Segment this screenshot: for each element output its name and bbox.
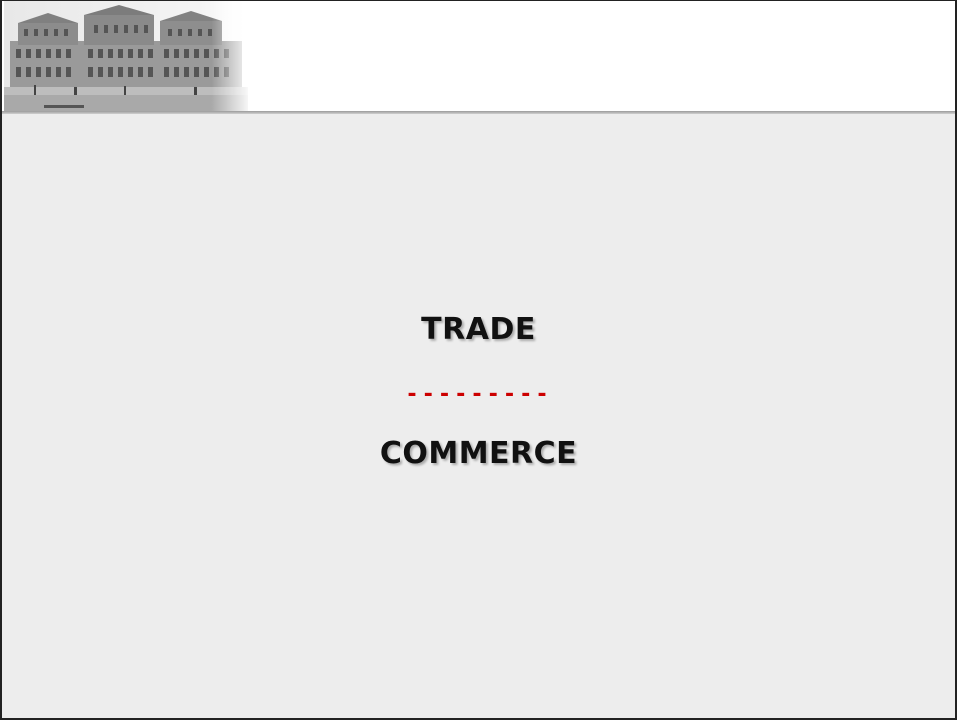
slide-header [2,1,955,113]
slide-content: TRADE --------- COMMERCE [2,114,955,718]
building-photo-icon [4,1,248,113]
title-line-trade: TRADE [421,312,536,347]
slide: TRADE --------- COMMERCE [0,0,957,720]
title-separator: --------- [405,382,552,407]
title-line-commerce: COMMERCE [379,436,578,471]
